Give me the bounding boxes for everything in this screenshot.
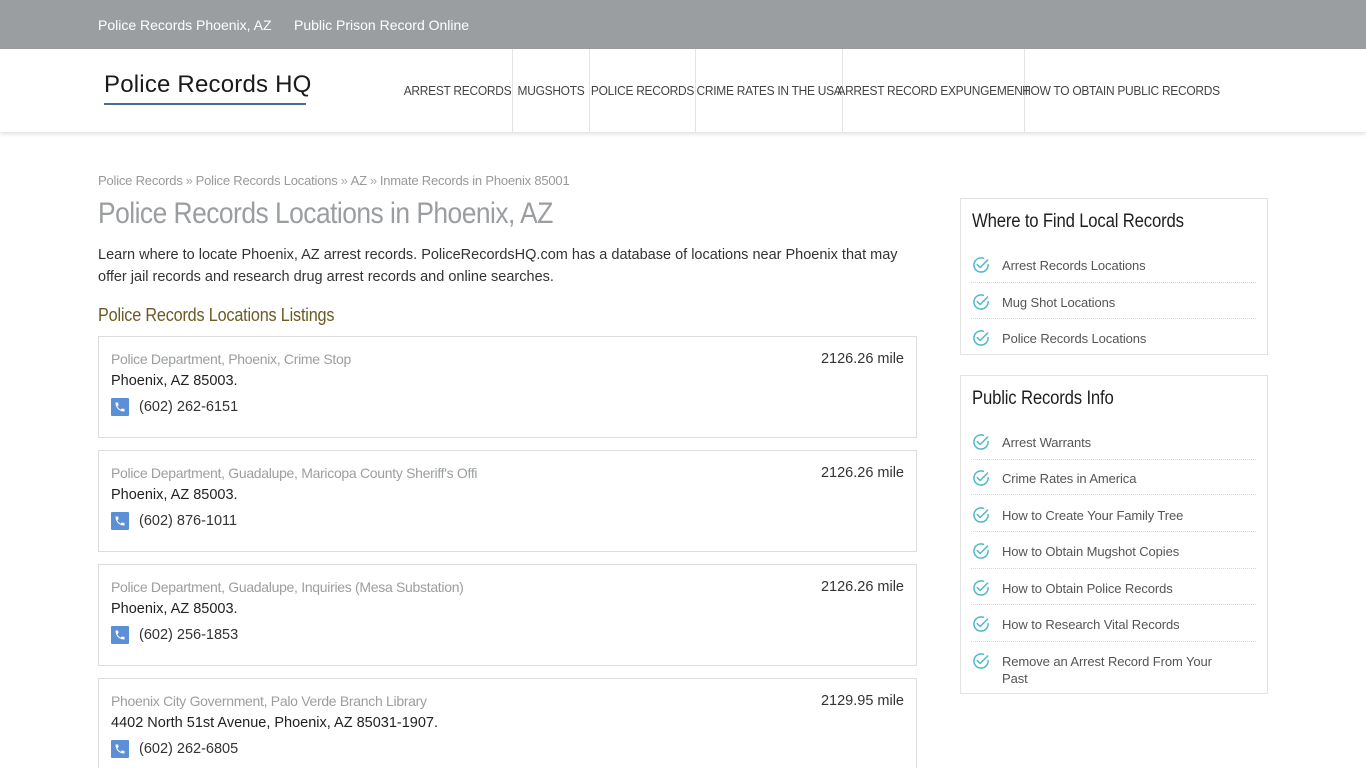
breadcrumb-link-police-records[interactable]: Police Records — [98, 173, 183, 188]
listing-address: Phoenix, AZ 85003. — [111, 373, 238, 389]
nav-arrest-records[interactable]: ARREST RECORDS — [404, 49, 512, 132]
sidebar-item-remove-arrest-record[interactable]: Remove an Arrest Record From Your Past — [971, 651, 1256, 691]
listing-card: Phoenix City Government, Palo Verde Bran… — [98, 678, 917, 768]
listing-distance: 2126.26 mile — [820, 579, 904, 595]
sidebar-item-label[interactable]: How to Research Vital Records — [1002, 616, 1222, 633]
listing-phone[interactable]: (602) 262-6805 — [139, 741, 238, 757]
sidebar-item-obtain-police-records[interactable]: How to Obtain Police Records — [971, 578, 1256, 605]
check-circle-icon — [973, 294, 989, 310]
listing-name[interactable]: Police Department, Phoenix, Crime Stop — [111, 351, 351, 367]
breadcrumb-link-az[interactable]: AZ — [351, 173, 367, 188]
sidebar-item-label[interactable]: Crime Rates in America — [1002, 470, 1222, 487]
phone-icon — [111, 626, 129, 644]
listing-name[interactable]: Police Department, Guadalupe, Inquiries … — [111, 579, 464, 595]
widget-title: Public Records Info — [972, 388, 1114, 409]
listing-address: Phoenix, AZ 85003. — [111, 601, 238, 617]
listing-address: 4402 North 51st Avenue, Phoenix, AZ 8503… — [111, 715, 439, 731]
site-logo[interactable]: Police Records HQ — [104, 71, 311, 99]
check-circle-icon — [973, 257, 989, 273]
listing-card: Police Department, Phoenix, Crime Stop 2… — [98, 336, 917, 438]
nav-crime-rates[interactable]: CRIME RATES IN THE USA — [697, 49, 842, 132]
listing-phone[interactable]: (602) 262-6151 — [139, 399, 238, 415]
sidebar-item-label[interactable]: Arrest Warrants — [1002, 434, 1222, 451]
check-circle-icon — [973, 434, 989, 450]
sidebar-item-crime-rates[interactable]: Crime Rates in America — [971, 468, 1256, 495]
sidebar-widget-local-records: Where to Find Local Records Arrest Recor… — [960, 198, 1268, 355]
sidebar-item-police-records-locations[interactable]: Police Records Locations — [971, 328, 1256, 352]
sidebar-item-label[interactable]: How to Obtain Police Records — [1002, 580, 1222, 597]
site-header: Police Records HQ ARREST RECORDS MUGSHOT… — [0, 49, 1366, 132]
sidebar-item-label[interactable]: Police Records Locations — [1002, 330, 1222, 347]
check-circle-icon — [973, 543, 989, 559]
breadcrumb-current[interactable]: Inmate Records in Phoenix 85001 — [380, 173, 570, 188]
listing-distance: 2129.95 mile — [820, 693, 904, 709]
listing-card: Police Department, Guadalupe, Inquiries … — [98, 564, 917, 666]
sidebar-item-mug-shot-locations[interactable]: Mug Shot Locations — [971, 292, 1256, 319]
breadcrumb-separator: » — [340, 173, 348, 188]
sidebar-item-label[interactable]: Mug Shot Locations — [1002, 294, 1222, 311]
logo-underline — [104, 103, 306, 105]
sidebar-item-label[interactable]: Arrest Records Locations — [1002, 257, 1222, 274]
topbar-link-public-prison-record[interactable]: Public Prison Record Online — [294, 17, 469, 33]
phone-icon — [111, 398, 129, 416]
listing-address: Phoenix, AZ 85003. — [111, 487, 238, 503]
check-circle-icon — [973, 507, 989, 523]
check-circle-icon — [973, 616, 989, 632]
sidebar-item-label[interactable]: How to Create Your Family Tree — [1002, 507, 1222, 524]
nav-separator — [589, 49, 590, 132]
topbar-link-police-records-phoenix[interactable]: Police Records Phoenix, AZ — [98, 17, 272, 33]
listing-name[interactable]: Phoenix City Government, Palo Verde Bran… — [111, 693, 427, 709]
phone-icon — [111, 512, 129, 530]
sidebar-item-label[interactable]: Remove an Arrest Record From Your Past — [1002, 653, 1222, 687]
listing-phone[interactable]: (602) 876-1011 — [139, 513, 237, 529]
sidebar-item-arrest-records-locations[interactable]: Arrest Records Locations — [971, 255, 1256, 283]
page-title: Police Records Locations in Phoenix, AZ — [98, 197, 553, 230]
listing-phone[interactable]: (602) 256-1853 — [139, 627, 238, 643]
nav-arrest-record-expungement[interactable]: ARREST RECORD EXPUNGEMENT — [837, 49, 1030, 132]
sidebar-item-mugshot-copies[interactable]: How to Obtain Mugshot Copies — [971, 541, 1256, 569]
intro-paragraph: Learn where to locate Phoenix, AZ arrest… — [98, 247, 898, 285]
sidebar-item-vital-records[interactable]: How to Research Vital Records — [971, 614, 1256, 642]
nav-mugshots[interactable]: MUGSHOTS — [516, 49, 586, 132]
check-circle-icon — [973, 470, 989, 486]
breadcrumb-separator: » — [185, 173, 193, 188]
check-circle-icon — [973, 653, 989, 669]
sidebar-item-label[interactable]: How to Obtain Mugshot Copies — [1002, 543, 1222, 560]
nav-separator — [512, 49, 513, 132]
sidebar-widget-public-records-info: Public Records Info Arrest Warrants Crim… — [960, 375, 1268, 694]
widget-title: Where to Find Local Records — [972, 211, 1184, 232]
listings-heading: Police Records Locations Listings — [98, 305, 335, 325]
check-circle-icon — [973, 580, 989, 596]
breadcrumb-link-locations[interactable]: Police Records Locations — [196, 173, 338, 188]
nav-police-records[interactable]: POLICE RECORDS — [591, 49, 694, 132]
listing-card: Police Department, Guadalupe, Maricopa C… — [98, 450, 917, 552]
nav-how-to-obtain-public-records[interactable]: HOW TO OBTAIN PUBLIC RECORDS — [1022, 49, 1220, 132]
listing-distance: 2126.26 mile — [820, 465, 904, 481]
breadcrumb: Police Records» Police Records Locations»… — [98, 173, 570, 188]
phone-icon — [111, 740, 129, 758]
top-bar: Police Records Phoenix, AZ Public Prison… — [0, 0, 1366, 49]
sidebar-item-family-tree[interactable]: How to Create Your Family Tree — [971, 505, 1256, 532]
breadcrumb-separator: » — [369, 173, 377, 188]
sidebar-item-arrest-warrants[interactable]: Arrest Warrants — [971, 432, 1256, 460]
listing-name[interactable]: Police Department, Guadalupe, Maricopa C… — [111, 465, 478, 481]
check-circle-icon — [973, 330, 989, 346]
listing-distance: 2126.26 mile — [820, 351, 904, 367]
